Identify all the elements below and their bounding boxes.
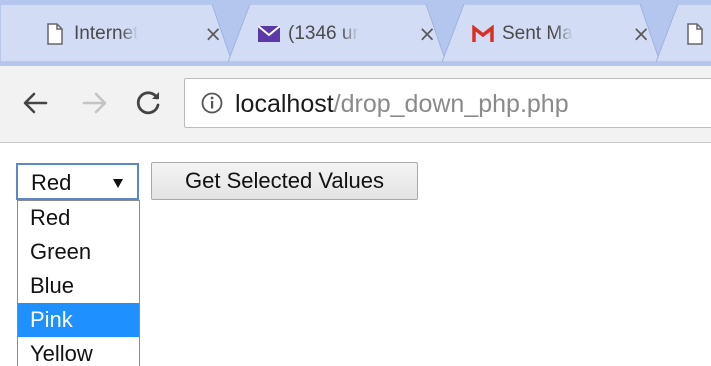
- dropdown-option-yellow[interactable]: Yellow: [18, 337, 139, 366]
- tab-title: (1346 ur: [288, 23, 359, 44]
- forward-arrow-icon: [82, 92, 107, 114]
- page-icon: [44, 23, 66, 45]
- close-icon[interactable]: ×: [632, 23, 650, 45]
- reload-icon: [136, 91, 160, 115]
- gmail-icon: [472, 23, 494, 45]
- dropdown-option-pink[interactable]: Pink: [18, 303, 139, 337]
- reload-button[interactable]: [132, 86, 166, 120]
- url-text: localhost/drop_down_php.php: [235, 90, 569, 119]
- close-icon[interactable]: ×: [204, 23, 222, 45]
- tab-title: Internet: [74, 23, 139, 44]
- url-host: localhost: [235, 90, 334, 118]
- tab-strip: Internet × (1346 ur × Sent Ma ×: [0, 0, 711, 66]
- tab-gmail[interactable]: Sent Ma ×: [442, 4, 660, 62]
- tab-blank[interactable]: [656, 4, 711, 62]
- url-path: /drop_down_php.php: [333, 90, 569, 118]
- address-bar[interactable]: localhost/drop_down_php.php: [184, 78, 711, 128]
- dropdown-arrow-icon: [113, 179, 123, 188]
- page-icon: [684, 23, 706, 45]
- tab-internet[interactable]: Internet ×: [0, 4, 232, 62]
- back-arrow-icon: [23, 92, 48, 114]
- dropdown-list: Red Green Blue Pink Yellow: [17, 200, 140, 366]
- tab-title: Sent Ma: [502, 23, 573, 44]
- dropdown-option-green[interactable]: Green: [18, 235, 139, 269]
- forward-button[interactable]: [78, 86, 112, 120]
- get-selected-values-button[interactable]: Get Selected Values: [151, 162, 418, 200]
- envelope-icon: [258, 23, 280, 45]
- browser-toolbar: localhost/drop_down_php.php: [0, 66, 711, 143]
- color-select[interactable]: Red: [16, 163, 139, 200]
- select-value: Red: [31, 170, 72, 195]
- page-content: Red Get Selected Values Red Green Blue P…: [0, 143, 711, 366]
- info-icon[interactable]: [201, 92, 223, 114]
- dropdown-option-red[interactable]: Red: [18, 201, 139, 235]
- back-button[interactable]: [18, 86, 52, 120]
- tab-mail[interactable]: (1346 ur ×: [228, 4, 446, 62]
- close-icon[interactable]: ×: [418, 23, 436, 45]
- dropdown-option-blue[interactable]: Blue: [18, 269, 139, 303]
